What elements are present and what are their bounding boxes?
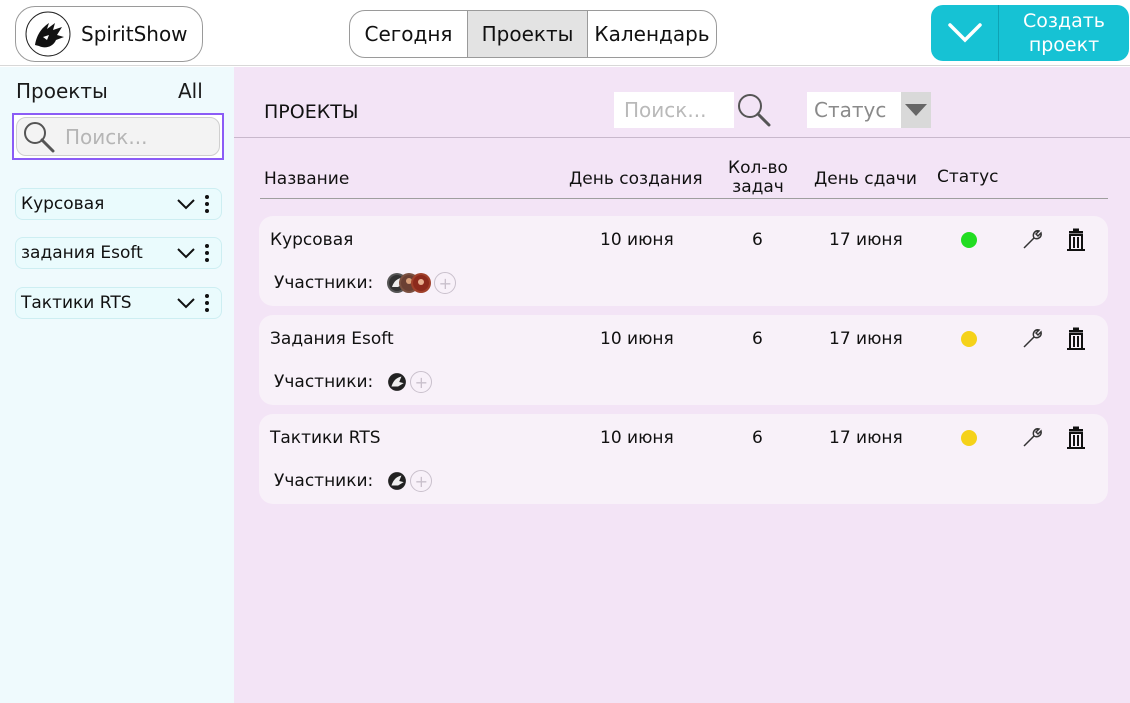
chevron-down-icon[interactable] — [175, 193, 197, 215]
status-indicator — [961, 232, 977, 248]
sidebar-item-label: Курсовая — [21, 194, 105, 214]
project-created: 10 июня — [600, 329, 674, 349]
table-header: Название День создания Кол-во задач День… — [234, 159, 1130, 199]
table-row[interactable]: Курсовая 10 июня 6 17 июня Участники: + — [259, 216, 1108, 306]
main-content: ПРОЕКТЫ Поиск... Статус Название День со… — [234, 67, 1130, 703]
sidebar-title: Проекты — [16, 79, 108, 103]
more-options-icon[interactable] — [197, 192, 217, 216]
main-tabs: Сегодня Проекты Календарь — [349, 10, 717, 58]
chevron-down-icon[interactable] — [175, 292, 197, 314]
column-tasks-line1: Кол-во — [728, 158, 788, 178]
tab-projects[interactable]: Проекты — [468, 11, 588, 57]
sidebar-item-label: Тактики RTS — [21, 293, 132, 313]
project-task-count: 6 — [752, 428, 763, 448]
projects-search[interactable]: Поиск... — [614, 91, 774, 129]
avatar[interactable] — [411, 273, 432, 293]
avatar[interactable] — [387, 372, 407, 392]
participants-label: Участники: — [274, 273, 374, 293]
project-task-count: 6 — [752, 329, 763, 349]
project-created: 10 июня — [600, 230, 674, 250]
column-tasks: Кол-во задач — [727, 159, 789, 197]
create-label-line1: Создать — [1022, 10, 1106, 32]
project-due: 17 июня — [829, 329, 903, 349]
table-row[interactable]: Задания Esoft 10 июня 6 17 июня Участник… — [259, 315, 1108, 405]
participants-label: Участники: — [274, 471, 374, 491]
sidebar: Проекты All Поиск... Курсовая задания Es… — [0, 67, 234, 703]
search-icon — [21, 119, 57, 155]
sidebar-item-esoft[interactable]: задания Esoft — [15, 237, 222, 269]
wrench-icon[interactable] — [1019, 425, 1045, 451]
column-tasks-line2: задач — [732, 177, 784, 197]
add-participant-icon[interactable]: + — [434, 272, 457, 294]
status-filter-select[interactable]: Статус — [807, 91, 931, 129]
trash-icon[interactable] — [1063, 326, 1089, 352]
projects-search-input[interactable]: Поиск... — [614, 92, 734, 128]
column-created: День создания — [569, 169, 703, 189]
more-options-icon[interactable] — [197, 241, 217, 265]
avatar[interactable] — [387, 471, 407, 491]
logo-button[interactable]: SpiritShow — [15, 6, 203, 62]
tab-today[interactable]: Сегодня — [350, 11, 468, 57]
create-project-label: Создать проект — [999, 5, 1129, 61]
sidebar-item-label: задания Esoft — [21, 243, 143, 263]
participants: Участники: + — [274, 470, 433, 492]
sidebar-item-rts[interactable]: Тактики RTS — [15, 287, 222, 319]
participants: Участники: + — [274, 272, 457, 294]
project-name[interactable]: Задания Esoft — [270, 329, 394, 349]
project-name[interactable]: Курсовая — [270, 230, 353, 250]
page-title: ПРОЕКТЫ — [264, 101, 359, 123]
sidebar-search-placeholder: Поиск... — [65, 124, 148, 149]
top-bar: SpiritShow Сегодня Проекты Календарь Соз… — [0, 0, 1130, 66]
wrench-icon[interactable] — [1019, 227, 1045, 253]
add-participant-icon[interactable]: + — [410, 371, 433, 393]
project-name[interactable]: Тактики RTS — [270, 428, 381, 448]
participants-label: Участники: — [274, 372, 374, 392]
app-name: SpiritShow — [81, 22, 188, 46]
create-project-button[interactable]: Создать проект — [931, 5, 1129, 61]
sidebar-search-focus-frame: Поиск... — [12, 113, 224, 160]
sidebar-item-kursovaya[interactable]: Курсовая — [15, 188, 222, 220]
project-due: 17 июня — [829, 230, 903, 250]
create-label-line2: проект — [1028, 34, 1100, 56]
project-created: 10 июня — [600, 428, 674, 448]
tab-calendar[interactable]: Календарь — [588, 11, 716, 57]
column-due: День сдачи — [814, 169, 917, 189]
status-indicator — [961, 331, 977, 347]
participants: Участники: + — [274, 371, 433, 393]
header-divider — [234, 137, 1130, 138]
more-options-icon[interactable] — [197, 291, 217, 315]
table-header-divider — [260, 198, 1108, 199]
status-indicator — [961, 430, 977, 446]
wrench-icon[interactable] — [1019, 326, 1045, 352]
search-icon[interactable] — [734, 90, 774, 130]
chevron-down-icon[interactable] — [901, 92, 931, 128]
column-status: Статус — [937, 167, 999, 187]
sidebar-search-input[interactable]: Поиск... — [16, 117, 220, 156]
column-name: Название — [264, 169, 350, 189]
project-due: 17 июня — [829, 428, 903, 448]
table-row[interactable]: Тактики RTS 10 июня 6 17 июня Участники:… — [259, 414, 1108, 504]
chevron-down-icon[interactable] — [931, 5, 999, 61]
dragon-logo-icon — [24, 10, 72, 58]
add-participant-icon[interactable]: + — [410, 470, 433, 492]
sidebar-filter-all[interactable]: All — [178, 79, 203, 103]
status-filter-value: Статус — [807, 92, 901, 128]
trash-icon[interactable] — [1063, 227, 1089, 253]
trash-icon[interactable] — [1063, 425, 1089, 451]
chevron-down-icon[interactable] — [175, 242, 197, 264]
project-task-count: 6 — [752, 230, 763, 250]
